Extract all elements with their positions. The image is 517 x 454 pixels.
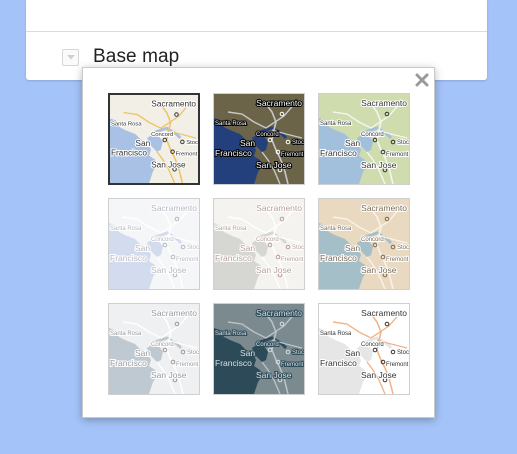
label-san: San — [345, 138, 360, 148]
basemap-title[interactable]: Base map — [93, 46, 179, 68]
label-stoc: Stoc — [397, 245, 409, 251]
label-sacramento: Sacramento — [256, 203, 302, 213]
label-francisco: Francisco — [110, 253, 147, 263]
label-francisco: Francisco — [110, 358, 147, 368]
label-san: San — [240, 243, 255, 253]
label-stoc: Stoc — [292, 350, 304, 356]
label-concord: Concord — [256, 237, 279, 243]
label-francisco: Francisco — [111, 148, 147, 158]
label-stoc: Stoc — [292, 140, 304, 146]
label-sacramento: Sacramento — [256, 98, 302, 108]
label-san-jose: San Jose — [151, 265, 187, 275]
basemap-thumbnail-high-contrast[interactable]: Sacramento Santa Rosa Concord San Franci… — [318, 303, 410, 395]
label-francisco: Francisco — [320, 148, 357, 158]
label-fremont: Fremont — [281, 362, 304, 368]
label-stoc: Stoc — [292, 245, 304, 251]
panel-divider — [26, 31, 487, 32]
label-fremont: Fremont — [281, 257, 304, 263]
basemap-thumbnail-terrain[interactable]: Sacramento Santa Rosa Concord San Franci… — [318, 93, 410, 185]
label-sacramento: Sacramento — [151, 99, 196, 109]
label-sacramento: Sacramento — [361, 98, 407, 108]
label-fremont: Fremont — [386, 362, 409, 368]
basemap-picker-popup: Sacramento Santa Rosa Concord San Franci… — [82, 67, 435, 418]
label-stoc: Stoc — [187, 350, 199, 356]
label-san-jose: San Jose — [361, 265, 397, 275]
label-concord: Concord — [151, 342, 174, 348]
label-concord: Concord — [151, 132, 173, 138]
label-stoc: Stoc — [187, 245, 199, 251]
label-sacramento: Sacramento — [256, 308, 302, 318]
label-francisco: Francisco — [215, 253, 252, 263]
label-santa-rosa: Santa Rosa — [320, 121, 352, 127]
close-icon[interactable] — [414, 72, 430, 88]
label-san-jose: San Jose — [151, 370, 187, 380]
label-san-jose: San Jose — [256, 370, 292, 380]
label-santa-rosa: Santa Rosa — [111, 121, 142, 127]
label-san-jose: San Jose — [361, 370, 397, 380]
label-concord: Concord — [256, 132, 279, 138]
basemap-thumbnail-dark[interactable]: Sacramento Santa Rosa Concord San Franci… — [213, 303, 305, 395]
chevron-down-icon[interactable] — [62, 48, 79, 66]
basemap-thumbnail-roadmap[interactable]: Sacramento Santa Rosa Concord San Franci… — [108, 93, 200, 185]
label-santa-rosa: Santa Rosa — [320, 331, 352, 337]
label-santa-rosa: Santa Rosa — [215, 331, 247, 337]
label-santa-rosa: Santa Rosa — [320, 226, 352, 232]
label-fremont: Fremont — [176, 257, 199, 263]
label-san: San — [135, 138, 150, 148]
label-sacramento: Sacramento — [361, 203, 407, 213]
label-concord: Concord — [361, 237, 384, 243]
label-fremont: Fremont — [176, 152, 198, 158]
label-stoc: Stoc — [186, 140, 198, 146]
label-francisco: Francisco — [215, 358, 252, 368]
label-francisco: Francisco — [320, 253, 357, 263]
label-san: San — [240, 138, 255, 148]
label-fremont: Fremont — [281, 152, 304, 158]
label-santa-rosa: Santa Rosa — [215, 121, 247, 127]
basemap-thumbnail-atlas[interactable]: Sacramento Santa Rosa Concord San Franci… — [318, 198, 410, 290]
label-san: San — [135, 243, 150, 253]
label-sacramento: Sacramento — [151, 308, 197, 318]
label-fremont: Fremont — [386, 257, 409, 263]
label-san: San — [345, 243, 360, 253]
label-francisco: Francisco — [320, 358, 357, 368]
label-sacramento: Sacramento — [361, 308, 407, 318]
label-san-jose: San Jose — [151, 159, 186, 169]
label-santa-rosa: Santa Rosa — [110, 331, 142, 337]
label-concord: Concord — [256, 342, 279, 348]
label-san: San — [345, 348, 360, 358]
label-concord: Concord — [151, 237, 174, 243]
label-stoc: Stoc — [397, 350, 409, 356]
basemap-thumbnail-muted-gray[interactable]: Sacramento Santa Rosa Concord San Franci… — [108, 303, 200, 395]
label-san-jose: San Jose — [361, 160, 397, 170]
label-francisco: Francisco — [215, 148, 252, 158]
label-san: San — [135, 348, 150, 358]
label-santa-rosa: Santa Rosa — [215, 226, 247, 232]
basemap-thumbnail-light-gray[interactable]: Sacramento Santa Rosa Concord San Franci… — [213, 198, 305, 290]
label-concord: Concord — [361, 132, 384, 138]
label-sacramento: Sacramento — [151, 203, 197, 213]
label-san-jose: San Jose — [256, 160, 292, 170]
label-santa-rosa: Santa Rosa — [110, 226, 142, 232]
basemap-thumbnail-light-blue[interactable]: Sacramento Santa Rosa Concord San Franci… — [108, 198, 200, 290]
label-san: San — [240, 348, 255, 358]
label-stoc: Stoc — [397, 140, 409, 146]
label-fremont: Fremont — [386, 152, 409, 158]
label-concord: Concord — [361, 342, 384, 348]
label-fremont: Fremont — [176, 362, 199, 368]
basemap-thumbnail-satellite[interactable]: Sacramento Santa Rosa Concord San Franci… — [213, 93, 305, 185]
label-san-jose: San Jose — [256, 265, 292, 275]
